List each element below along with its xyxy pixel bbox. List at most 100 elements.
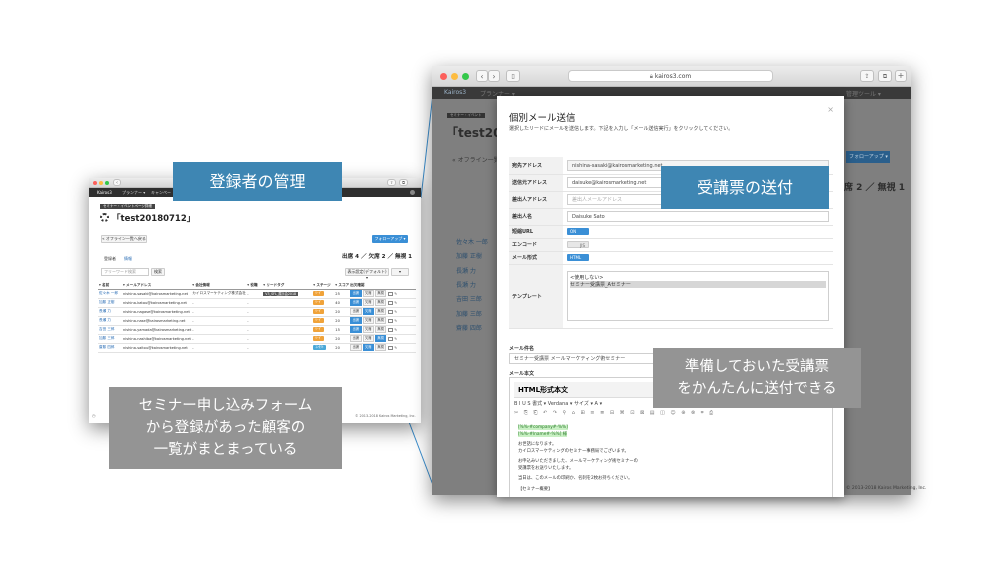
short-url-toggle[interactable]: ON bbox=[567, 228, 589, 235]
attendance-option-button[interactable]: 無視 bbox=[374, 326, 387, 333]
tabs-icon[interactable]: ⧉ bbox=[878, 70, 892, 82]
mail-icon[interactable] bbox=[388, 300, 394, 305]
table-row[interactable]: 長瀬 力 nishina-nagase@kairosmarketing.net - -… bbox=[98, 307, 416, 317]
share-icon[interactable]: ⇪ bbox=[387, 179, 396, 186]
address-bar[interactable]: 🔒︎ kairos3.com bbox=[568, 70, 773, 82]
nav-item-campaign[interactable]: キャンペー bbox=[151, 188, 171, 197]
pager-button[interactable]: ▾ bbox=[391, 268, 409, 276]
attendance-option-button[interactable]: 欠席 bbox=[362, 326, 374, 333]
nav-brand[interactable]: Kairos3 bbox=[97, 188, 112, 197]
table-row[interactable]: 吉田 三郎 nishina-yamada@kairosmarketing.net -… bbox=[98, 325, 416, 335]
col-tag[interactable]: ▾ リードタグ bbox=[262, 282, 313, 290]
maximize-dot-icon[interactable] bbox=[105, 181, 109, 185]
maximize-dot-icon[interactable] bbox=[462, 73, 469, 80]
attendance-option-button[interactable]: 無視 bbox=[374, 299, 387, 306]
encode-toggle[interactable]: JIS bbox=[567, 240, 589, 248]
attendance-option-button[interactable]: 欠席 bbox=[362, 299, 374, 306]
attendance-option-button[interactable]: 欠席 bbox=[362, 317, 374, 324]
row-name[interactable]: 佐々木 一郎 bbox=[98, 289, 122, 299]
follow-up-button[interactable]: フォローアップ ▾ bbox=[372, 235, 408, 243]
attendance-buttons: 出席 欠席 無視 bbox=[349, 343, 388, 353]
editor-body[interactable]: [%%-#company#-%%] [%%-#lname#-%%] 様 お世話に… bbox=[518, 425, 824, 493]
table-row[interactable]: 加藤 正樹 nishina-katou@kairosmarketing.net - -… bbox=[98, 298, 416, 308]
mail-icon[interactable] bbox=[388, 345, 394, 350]
attendance-option-button[interactable]: 出席 bbox=[350, 308, 362, 315]
search-button[interactable]: 検索 bbox=[151, 268, 165, 276]
table-settings-button[interactable]: 表示設定(デフォルト) ▾ bbox=[345, 268, 389, 280]
row-name[interactable]: 齋藤 四郎 bbox=[98, 343, 122, 353]
mail-icon[interactable] bbox=[388, 336, 394, 341]
mail-icon[interactable] bbox=[388, 327, 394, 332]
user-avatar-icon[interactable] bbox=[410, 190, 415, 195]
edit-icon[interactable]: ✎ bbox=[394, 346, 397, 350]
col-title[interactable]: ▾ 役職 bbox=[246, 282, 263, 290]
attendance-option-button[interactable]: 欠席 bbox=[362, 308, 374, 315]
row-name[interactable]: 加藤 正樹 bbox=[98, 298, 122, 308]
table-row[interactable]: 加藤 三郎 nishina-nashiba@kairosmarketing.net… bbox=[98, 334, 416, 344]
bg-attendance-summary: 席 2 ／ 無視 1 bbox=[844, 183, 906, 193]
table-row[interactable]: 齋藤 四郎 nishina-saitou@kairosmarketing.net -… bbox=[98, 343, 416, 353]
mail-icon[interactable] bbox=[388, 309, 394, 314]
row-name[interactable]: 吉田 三郎 bbox=[98, 325, 122, 335]
row-encode: エンコード JIS bbox=[509, 238, 833, 252]
tab-registrants[interactable]: 登録者 bbox=[104, 256, 116, 262]
editor-toolbar-row-2[interactable]: ✂ ⎘ ⎗ ↶ ↷ ⚲ ⌂ ⊞ ≡ ≣ ⊟ ⌘ ⊡ ⊠ ▤ ◫ ☺ ⊕ ⊗ ⌗ … bbox=[514, 409, 828, 418]
row-title: - bbox=[246, 316, 263, 326]
row-name[interactable]: 長瀬 力 bbox=[98, 316, 122, 326]
nav-item-planner[interactable]: プランナー ▾ bbox=[122, 188, 145, 197]
format-toggle[interactable]: HTML bbox=[567, 254, 589, 261]
row-sender-name: 差出人名 Daisuke Sato bbox=[509, 208, 833, 226]
help-icon[interactable]: ◷ bbox=[92, 413, 96, 419]
attendance-option-button[interactable]: 欠席 bbox=[362, 344, 374, 351]
close-icon[interactable]: × bbox=[827, 105, 834, 114]
edit-icon[interactable]: ✎ bbox=[394, 328, 397, 332]
attendance-option-button[interactable]: 出席 bbox=[350, 299, 362, 306]
edit-icon[interactable]: ✎ bbox=[394, 310, 397, 314]
attendance-option-button[interactable]: 欠席 bbox=[362, 290, 374, 297]
col-stage[interactable]: ▾ ステージ bbox=[312, 282, 335, 290]
back-to-list-button[interactable]: « オフライン一覧へ戻る bbox=[101, 235, 147, 243]
attendance-option-button[interactable]: 出席 bbox=[350, 317, 362, 324]
attendance-option-button[interactable]: 出席 bbox=[350, 290, 362, 297]
edit-icon[interactable]: ✎ bbox=[394, 292, 397, 296]
close-dot-icon[interactable] bbox=[93, 181, 97, 185]
forward-arrow-icon[interactable]: › bbox=[488, 70, 500, 82]
minimize-dot-icon[interactable] bbox=[99, 181, 103, 185]
col-name[interactable]: ▾ 名前 bbox=[98, 282, 122, 290]
template-option-seminar[interactable]: セミナー受講票_Aセミナー bbox=[570, 281, 826, 288]
edit-icon[interactable]: ✎ bbox=[394, 337, 397, 341]
sender-name-input[interactable]: Daisuke Sato bbox=[567, 211, 829, 222]
attendance-option-button[interactable]: 出席 bbox=[350, 335, 362, 342]
col-email[interactable]: ▾ メールアドレス bbox=[122, 282, 192, 290]
attendance-option-button[interactable]: 無視 bbox=[374, 317, 387, 324]
mail-icon[interactable] bbox=[388, 291, 394, 296]
sidebar-icon[interactable]: ▯ bbox=[506, 70, 520, 82]
minimize-dot-icon[interactable] bbox=[451, 73, 458, 80]
attendance-option-button[interactable]: 欠席 bbox=[362, 335, 374, 342]
attendance-option-button[interactable]: 無視 bbox=[374, 344, 387, 351]
table-row[interactable]: 佐々木 一郎 nishina-sasaki@kairosmarketing.net… bbox=[98, 289, 416, 299]
free-word-search-input[interactable]: フリーワード検索 bbox=[101, 268, 149, 276]
edit-icon[interactable]: ✎ bbox=[394, 319, 397, 323]
attendance-option-button[interactable]: 無視 bbox=[374, 308, 387, 315]
attendance-option-button[interactable]: 出席 bbox=[350, 344, 362, 351]
row-name[interactable]: 加藤 三郎 bbox=[98, 334, 122, 344]
table-row[interactable]: 長瀬 力 nishina-nase@kairosmarketing.net - - ﾘｰ… bbox=[98, 316, 416, 326]
new-tab-icon[interactable]: + bbox=[895, 70, 907, 82]
template-option-none[interactable]: <使用しない> bbox=[570, 274, 826, 281]
mail-icon[interactable] bbox=[388, 318, 394, 323]
col-company[interactable]: ▾ 会社情報 bbox=[191, 282, 247, 290]
attendance-option-button[interactable]: 無視 bbox=[374, 335, 387, 342]
attendance-option-button[interactable]: 出席 bbox=[350, 326, 362, 333]
close-dot-icon[interactable] bbox=[440, 73, 447, 80]
tabs-icon[interactable]: ⧉ bbox=[399, 179, 408, 186]
edit-icon[interactable]: ✎ bbox=[394, 301, 397, 305]
share-icon[interactable]: ⇪ bbox=[860, 70, 874, 82]
attendance-option-button[interactable]: 無視 bbox=[374, 290, 387, 297]
col-score[interactable]: ▾ スコア bbox=[334, 282, 350, 290]
back-arrow-icon[interactable]: ‹ bbox=[113, 179, 121, 186]
template-listbox[interactable]: <使用しない> セミナー受講票_Aセミナー bbox=[567, 271, 829, 321]
back-arrow-icon[interactable]: ‹ bbox=[476, 70, 488, 82]
row-name[interactable]: 長瀬 力 bbox=[98, 307, 122, 317]
tab-info[interactable]: 情報 bbox=[124, 256, 132, 262]
